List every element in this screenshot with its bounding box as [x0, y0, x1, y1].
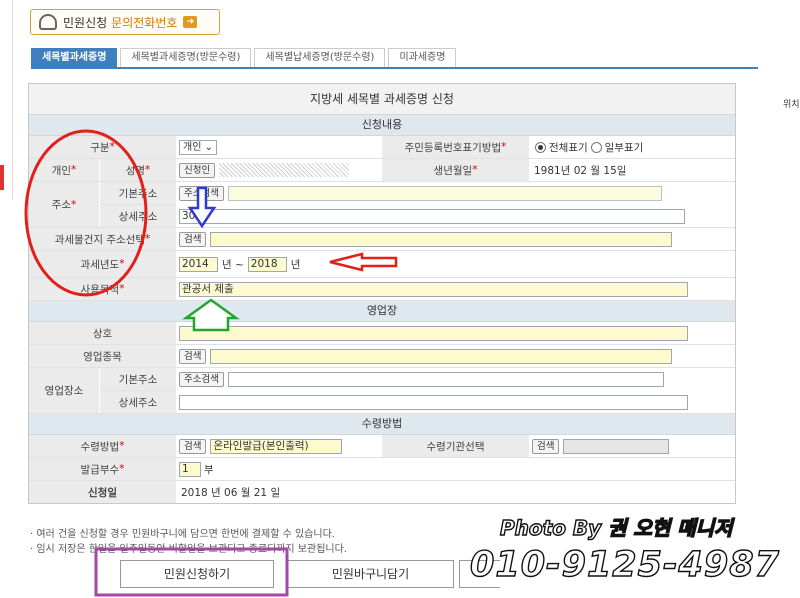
blue-arrow-annotation	[187, 186, 217, 229]
watermark-phone: 010-9125-4987	[469, 544, 780, 585]
watermark-credit: Photo By 권 오현 매니저	[499, 515, 733, 540]
annotation-overlay	[24, 129, 398, 597]
red-arrow-annotation	[329, 252, 398, 272]
red-circle-annotation	[24, 129, 148, 297]
green-arrow-annotation	[182, 298, 240, 332]
purple-box-annotation	[94, 547, 289, 597]
